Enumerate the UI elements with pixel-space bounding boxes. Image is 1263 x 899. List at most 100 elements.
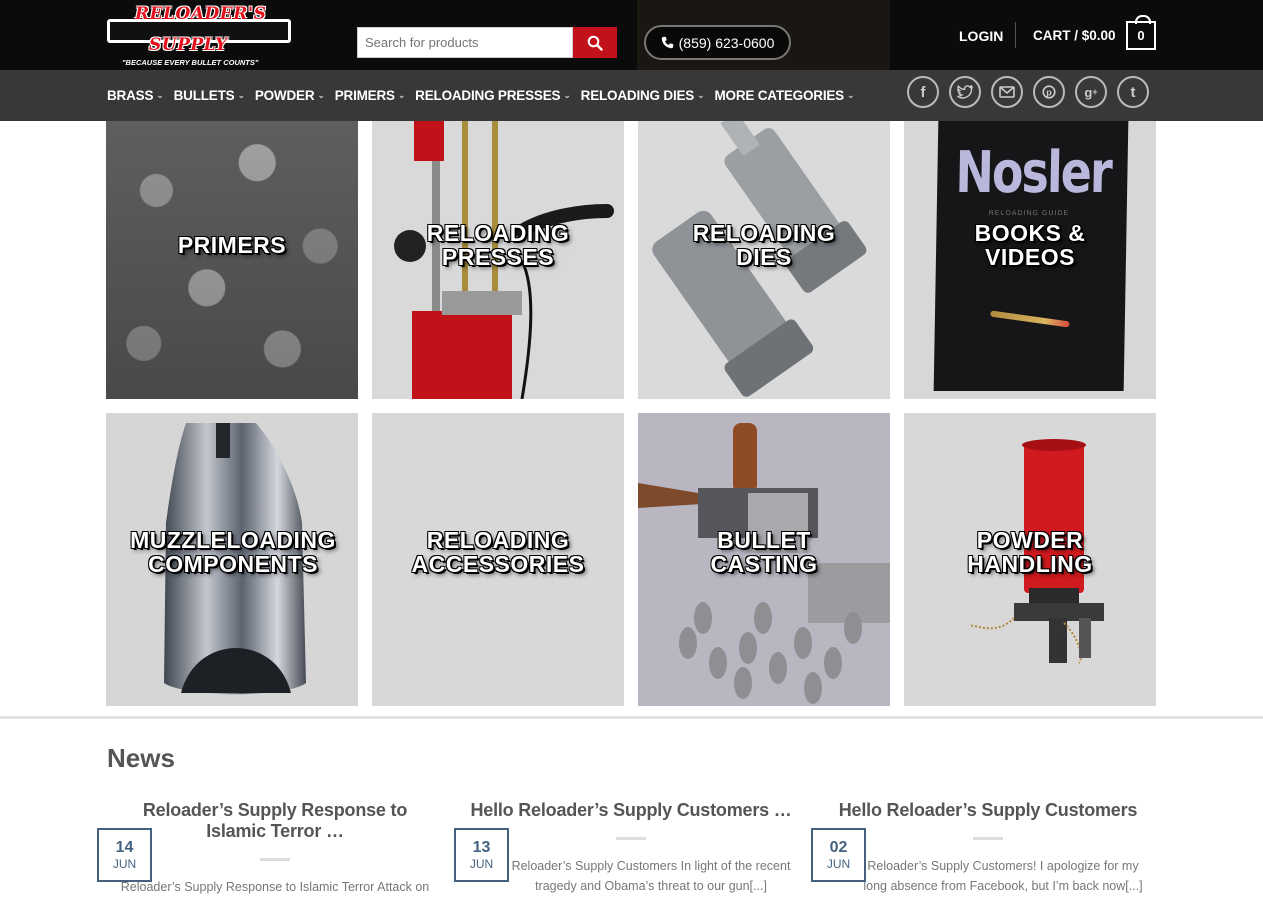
news-excerpt-line: long absence from Facebook, but I’m back… [863, 879, 1143, 893]
main-nav: BRASS ⌄ BULLETS ⌄ POWDER ⌄ PRIMERS ⌄ RELOADI… [107, 88, 864, 103]
news-excerpt-line: Reloader’s Supply Customers In light of … [511, 859, 791, 873]
category-label: POWDER HANDLING [904, 528, 1156, 576]
news-date-month: JUN [826, 857, 851, 871]
nav-item-reloading-presses[interactable]: RELOADING PRESSES ⌄ [415, 88, 571, 103]
category-tile-primers[interactable]: PRIMERS [106, 121, 358, 399]
news-excerpt-line: tragedy and Obama’s threat to our gun[..… [535, 879, 767, 893]
news-separator [973, 837, 1003, 840]
nav-item-label: POWDER [254, 88, 315, 103]
category-label-line2: ACCESSORIES [411, 551, 585, 577]
nav-item-more-categories[interactable]: MORE CATEGORIES ⌄ [714, 88, 854, 103]
category-label-line2: HANDLING [967, 551, 1093, 577]
news-date-day: 14 [115, 839, 134, 856]
news-post[interactable]: Hello Reloader’s Supply Customers … Relo… [462, 800, 800, 896]
chevron-down-icon: ⌄ [846, 90, 855, 100]
news-post-excerpt: Reloader’s Supply Customers! I apologize… [819, 856, 1157, 896]
tumblr-icon[interactable]: t [1117, 76, 1149, 108]
phone-icon [661, 36, 673, 49]
cart-link[interactable]: CART / $0.00 [1033, 28, 1116, 43]
chevron-down-icon: ⌄ [156, 90, 164, 100]
news-date-month: JUN [112, 857, 137, 871]
nav-item-primers[interactable]: PRIMERS ⌄ [334, 88, 406, 103]
category-tile-bullet-casting[interactable]: BULLET CASTING [638, 413, 890, 706]
chevron-down-icon: ⌄ [697, 90, 705, 100]
site-logo[interactable]: RELOADER'S SUPPLY "BECAUSE EVERY BULLET … [107, 4, 292, 67]
nav-item-label: MORE CATEGORIES [714, 88, 844, 103]
book-subtitle: RELOADING GUIDE [988, 210, 1070, 217]
category-label: RELOADING PRESSES [372, 221, 624, 269]
news-excerpt-line: Reloader’s Supply Customers! I apologize… [867, 859, 1139, 873]
news-date-day: 13 [472, 839, 491, 856]
nav-item-label: RELOADING DIES [580, 88, 695, 103]
category-label: BULLET CASTING [638, 528, 890, 576]
category-label-line1: BULLET [717, 527, 811, 553]
category-label-line1: POWDER [976, 527, 1084, 553]
login-link[interactable]: LOGIN [959, 28, 1003, 44]
news-separator [616, 837, 646, 840]
nav-item-label: RELOADING PRESSES [415, 88, 561, 103]
category-label-line2: COMPONENTS [148, 551, 318, 577]
category-label: RELOADING DIES [638, 221, 890, 269]
nav-item-label: PRIMERS [334, 88, 395, 103]
category-label: RELOADING ACCESSORIES [372, 528, 624, 576]
chevron-down-icon: ⌄ [397, 90, 406, 100]
social-links: f p g + t [907, 76, 1149, 108]
nav-item-powder[interactable]: POWDER ⌄ [255, 88, 325, 103]
category-label-line2: CASTING [710, 551, 818, 577]
cart-count-icon[interactable]: 0 [1126, 15, 1156, 50]
search-button[interactable] [573, 27, 617, 58]
svg-text:p: p [1046, 88, 1052, 98]
category-tile-muzzleloading-components[interactable]: MUZZLELOADING COMPONENTS [106, 413, 358, 706]
twitter-icon[interactable] [949, 76, 981, 108]
nav-item-label: BRASS [107, 88, 154, 103]
logo-line1: RELOADER'S [135, 4, 267, 24]
pinterest-icon[interactable]: p [1033, 76, 1065, 108]
nav-item-brass[interactable]: BRASS ⌄ [107, 88, 164, 103]
chevron-down-icon: ⌄ [563, 90, 571, 100]
news-post[interactable]: Hello Reloader’s Supply Customers Reload… [819, 800, 1157, 896]
facebook-icon[interactable]: f [907, 76, 939, 108]
category-tile-powder-handling[interactable]: POWDER HANDLING [904, 413, 1156, 706]
nav-item-bullets[interactable]: BULLETS ⌄ [174, 88, 245, 103]
nav-item-label: BULLETS [173, 88, 235, 103]
logo-tagline: "BECAUSE EVERY BULLET COUNTS" [122, 58, 259, 67]
book-brand: Nosler [954, 138, 1112, 206]
news-post-title[interactable]: Hello Reloader’s Supply Customers … [462, 800, 800, 821]
phone-number: (859) 623-0600 [678, 34, 775, 51]
category-tile-reloading-dies[interactable]: RELOADING DIES [638, 121, 890, 399]
news-date-badge: 13 JUN [454, 828, 509, 882]
news-post-title[interactable]: Reloader’s Supply Response to Islamic Te… [106, 800, 444, 842]
category-tile-reloading-presses[interactable]: RELOADING PRESSES [372, 121, 624, 399]
news-date-badge: 14 JUN [97, 828, 152, 882]
search-input[interactable] [357, 27, 573, 58]
news-separator [260, 858, 290, 861]
category-label-line1: RELOADING [692, 220, 836, 246]
email-icon[interactable] [991, 76, 1023, 108]
category-label-line2: VIDEOS [985, 244, 1075, 270]
phone-button[interactable]: (859) 623-0600 [644, 25, 791, 60]
news-post-title[interactable]: Hello Reloader’s Supply Customers [819, 800, 1157, 821]
news-post-excerpt: Reloader’s Supply Customers In light of … [462, 856, 800, 896]
logo-line2: SUPPLY [149, 35, 228, 55]
primers-image [106, 121, 358, 399]
news-date-badge: 02 JUN [811, 828, 866, 882]
category-label-line1: RELOADING [426, 527, 570, 553]
section-divider [0, 716, 1263, 719]
news-post[interactable]: Reloader’s Supply Response to Islamic Te… [106, 800, 444, 897]
chevron-down-icon: ⌄ [317, 90, 325, 100]
nav-item-reloading-dies[interactable]: RELOADING DIES ⌄ [581, 88, 705, 103]
category-label-line1: RELOADING [426, 220, 570, 246]
category-tile-reloading-accessories[interactable]: RELOADING ACCESSORIES [372, 413, 624, 706]
category-label-line1: MUZZLELOADING [130, 527, 336, 553]
category-label: MUZZLELOADING COMPONENTS [106, 528, 358, 576]
news-post-excerpt: Reloader’s Supply Response to Islamic Te… [120, 880, 430, 894]
category-tile-books-videos[interactable]: Nosler RELOADING GUIDE BOOKS & VIDEOS [904, 121, 1156, 399]
category-label-line1: PRIMERS [177, 232, 287, 258]
cartridge-image [989, 310, 1070, 328]
category-label-line2: PRESSES [441, 244, 555, 270]
category-label: BOOKS & VIDEOS [904, 221, 1156, 269]
category-label-line2: DIES [736, 244, 792, 270]
google-plus-icon[interactable]: g + [1075, 76, 1107, 108]
news-heading: News [107, 743, 175, 773]
news-date-month: JUN [469, 857, 494, 871]
